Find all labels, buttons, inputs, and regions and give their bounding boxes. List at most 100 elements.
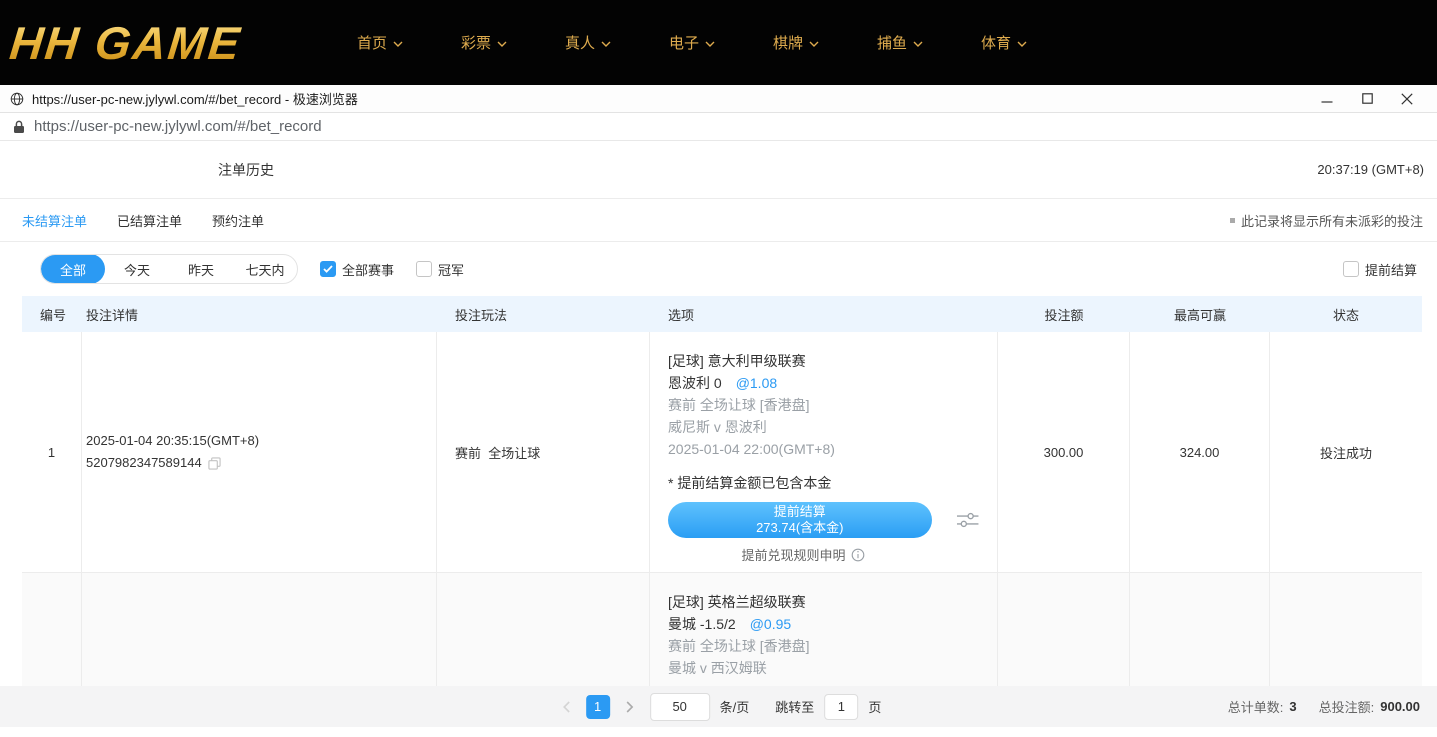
chevron-down-icon bbox=[601, 41, 611, 47]
range-today[interactable]: 今天 bbox=[105, 254, 169, 284]
chevron-down-icon bbox=[497, 41, 507, 47]
page-title: 注单历史 bbox=[218, 160, 274, 180]
total-count-value: 3 bbox=[1289, 699, 1296, 714]
window-title: https://user-pc-new.jylywl.com/#/bet_rec… bbox=[32, 89, 358, 108]
nav-item-label: 彩票 bbox=[461, 32, 491, 53]
bet-id: 5207982347589144 bbox=[86, 452, 202, 474]
cell-max-win: 324.00 bbox=[1130, 332, 1270, 572]
nav-item-label: 棋牌 bbox=[773, 32, 803, 53]
chevron-down-icon bbox=[705, 41, 715, 47]
range-seven-days[interactable]: 七天内 bbox=[233, 254, 297, 284]
copy-icon[interactable] bbox=[208, 457, 221, 470]
col-header-no: 编号 bbox=[22, 296, 82, 332]
match-teams: 曼城 v 西汉姆联 bbox=[668, 657, 979, 679]
pagination-bar: 1 条/页 跳转至 页 总计单数: 3 总投注额: 900.00 bbox=[0, 686, 1437, 727]
window-controls bbox=[1307, 86, 1427, 112]
cell-option: [足球] 意大利甲级联赛 恩波利 0@1.08 赛前 全场让球 [香港盘] 威尼… bbox=[650, 332, 998, 572]
champion-checkbox[interactable]: 冠军 bbox=[416, 260, 464, 279]
col-header-detail: 投注详情 bbox=[82, 296, 437, 332]
range-yesterday[interactable]: 昨天 bbox=[169, 254, 233, 284]
tab-reserved[interactable]: 预约注单 bbox=[212, 211, 264, 230]
col-header-amount: 投注额 bbox=[998, 296, 1130, 332]
record-tabs: 未结算注单 已结算注单 预约注单 此记录将显示所有未派彩的投注 bbox=[0, 199, 1437, 241]
nav-item-sports[interactable]: 体育 bbox=[952, 32, 1056, 53]
nav-item-label: 首页 bbox=[357, 32, 387, 53]
close-icon[interactable] bbox=[1387, 86, 1427, 112]
nav-item-home[interactable]: 首页 bbox=[328, 32, 432, 53]
nav-item-board-games[interactable]: 棋牌 bbox=[744, 32, 848, 53]
filter-row: 全部 今天 昨天 七天内 全部赛事 冠军 提前结算 bbox=[0, 242, 1437, 296]
nav-item-lottery[interactable]: 彩票 bbox=[432, 32, 536, 53]
lock-icon bbox=[13, 120, 25, 134]
main-nav: 首页 彩票 真人 电子 棋牌 捕鱼 体育 bbox=[328, 32, 1056, 53]
chevron-down-icon bbox=[913, 41, 923, 47]
checkbox-unchecked-icon bbox=[416, 261, 432, 277]
nav-item-label: 真人 bbox=[565, 32, 595, 53]
bet-record-page: 注单历史 20:37:19 (GMT+8) 未结算注单 已结算注单 预约注单 此… bbox=[0, 141, 1437, 686]
browser-addressbar[interactable]: https://user-pc-new.jylywl.com/#/bet_rec… bbox=[0, 113, 1437, 141]
next-page-icon[interactable] bbox=[620, 695, 640, 719]
cashout-rule-link[interactable]: 提前兑现规则申明 bbox=[668, 545, 938, 564]
page-unit-label: 页 bbox=[868, 697, 881, 716]
checkbox-unchecked-icon bbox=[1343, 261, 1359, 277]
nav-item-label: 捕鱼 bbox=[877, 32, 907, 53]
tab-unsettled[interactable]: 未结算注单 bbox=[22, 211, 87, 230]
league-name: [足球] 意大利甲级联赛 bbox=[668, 350, 979, 372]
brand-logo[interactable]: HH GAME bbox=[10, 16, 300, 70]
market-name: 赛前 全场让球 [香港盘] bbox=[668, 635, 979, 657]
tab-settled[interactable]: 已结算注单 bbox=[117, 211, 182, 230]
page-number-button[interactable]: 1 bbox=[586, 695, 610, 719]
site-header: HH GAME 首页 彩票 真人 电子 棋牌 捕鱼 体育 bbox=[0, 0, 1437, 85]
nav-item-label: 体育 bbox=[981, 32, 1011, 53]
cashout-button[interactable]: 提前结算 273.74(含本金) bbox=[668, 502, 932, 538]
cashout-rule-text: 提前兑现规则申明 bbox=[741, 545, 845, 564]
maximize-icon[interactable] bbox=[1347, 86, 1387, 112]
pagination-controls: 1 条/页 跳转至 页 bbox=[556, 693, 882, 721]
cell-option: [足球] 英格兰超级联赛 曼城 -1.5/2@0.95 赛前 全场让球 [香港盘… bbox=[650, 573, 998, 686]
early-settle-checkbox[interactable]: 提前结算 bbox=[1343, 260, 1417, 279]
browser-titlebar: https://user-pc-new.jylywl.com/#/bet_rec… bbox=[0, 85, 1437, 113]
sliders-icon[interactable] bbox=[956, 511, 979, 529]
match-teams: 威尼斯 v 恩波利 bbox=[668, 416, 979, 438]
cell-bet-detail: 2025-01-04 20:35:15(GMT+8) 5207982347589… bbox=[82, 332, 437, 572]
record-note: 此记录将显示所有未派彩的投注 bbox=[1230, 211, 1423, 230]
cell-status: 投注成功 bbox=[1270, 332, 1422, 572]
cashout-row: 提前结算 273.74(含本金) bbox=[668, 502, 979, 538]
cell-max-win bbox=[1130, 573, 1270, 686]
nav-item-fishing[interactable]: 捕鱼 bbox=[848, 32, 952, 53]
nav-item-live-casino[interactable]: 真人 bbox=[536, 32, 640, 53]
bet-table: 编号 投注详情 投注玩法 选项 投注额 最高可赢 状态 1 2025-01-04… bbox=[22, 296, 1422, 686]
date-range-segmented: 全部 今天 昨天 七天内 bbox=[40, 254, 298, 284]
record-note-text: 此记录将显示所有未派彩的投注 bbox=[1241, 211, 1423, 230]
cell-bet-amount: 300.00 bbox=[998, 332, 1130, 572]
col-header-play: 投注玩法 bbox=[437, 296, 650, 332]
page-size-input[interactable] bbox=[650, 693, 710, 721]
table-row: 1 2025-01-04 20:35:15(GMT+8) 52079823475… bbox=[22, 332, 1422, 573]
pagination-totals: 总计单数: 3 总投注额: 900.00 bbox=[1228, 697, 1420, 716]
chevron-down-icon bbox=[809, 41, 819, 47]
range-all[interactable]: 全部 bbox=[41, 254, 105, 284]
per-page-label: 条/页 bbox=[720, 697, 750, 716]
jump-page-input[interactable] bbox=[824, 694, 858, 720]
early-settle-label: 提前结算 bbox=[1365, 260, 1417, 279]
checkbox-checked-icon bbox=[320, 261, 336, 277]
table-row: [足球] 英格兰超级联赛 曼城 -1.5/2@0.95 赛前 全场让球 [香港盘… bbox=[22, 573, 1422, 686]
match-time: 2025-01-04 22:00(GMT+8) bbox=[668, 438, 979, 460]
page-head: 注单历史 20:37:19 (GMT+8) bbox=[0, 141, 1437, 198]
chevron-down-icon bbox=[1017, 41, 1027, 47]
play-type-text: 赛前 全场让球 bbox=[455, 443, 540, 462]
brand-logo-text: HH GAME bbox=[7, 16, 244, 70]
col-header-option: 选项 bbox=[650, 296, 998, 332]
all-events-checkbox[interactable]: 全部赛事 bbox=[320, 260, 394, 279]
nav-item-slots[interactable]: 电子 bbox=[640, 32, 744, 53]
champion-label: 冠军 bbox=[438, 260, 464, 279]
total-amount-label: 总投注额: bbox=[1319, 697, 1375, 716]
globe-icon bbox=[10, 92, 24, 106]
league-name: [足球] 英格兰超级联赛 bbox=[668, 591, 979, 613]
cashout-button-amount: 273.74(含本金) bbox=[756, 520, 843, 536]
bet-time: 2025-01-04 20:35:15(GMT+8) bbox=[86, 430, 259, 452]
minimize-icon[interactable] bbox=[1307, 86, 1347, 112]
prev-page-icon[interactable] bbox=[556, 695, 576, 719]
total-count-label: 总计单数: bbox=[1228, 697, 1284, 716]
cashout-button-label: 提前结算 bbox=[774, 504, 826, 520]
